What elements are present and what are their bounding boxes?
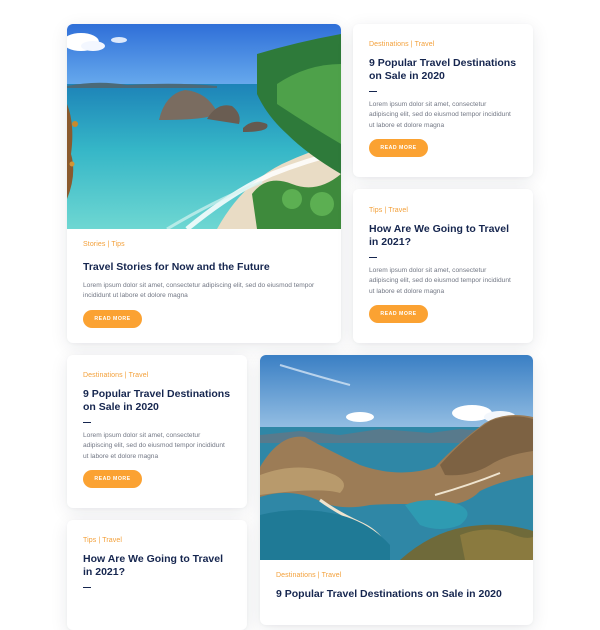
title-divider bbox=[83, 422, 91, 423]
post-title[interactable]: How Are We Going to Travel in 2021? bbox=[83, 553, 231, 579]
title-divider bbox=[83, 587, 91, 588]
post-category[interactable]: Destinations | Travel bbox=[276, 572, 517, 579]
read-more-button[interactable]: READ MORE bbox=[369, 139, 428, 158]
post-card-tips: Tips | Travel How Are We Going to Travel… bbox=[353, 189, 533, 343]
read-more-button[interactable]: READ MORE bbox=[369, 305, 428, 324]
post-card-destinations: Destinations | Travel 9 Popular Travel D… bbox=[353, 24, 533, 177]
title-divider bbox=[369, 257, 377, 258]
beach-image[interactable] bbox=[67, 24, 341, 229]
post-card-destinations-left: Destinations | Travel 9 Popular Travel D… bbox=[67, 355, 247, 508]
post-category[interactable]: Destinations | Travel bbox=[369, 41, 517, 48]
read-more-button[interactable]: READ MORE bbox=[83, 309, 142, 328]
post-category[interactable]: Tips | Travel bbox=[369, 207, 517, 214]
post-excerpt: Lorem ipsum dolor sit amet, consectetur … bbox=[83, 282, 315, 300]
title-divider bbox=[369, 91, 377, 92]
post-excerpt: Lorem ipsum dolor sit amet, consectetur … bbox=[369, 267, 511, 295]
mountain-island-image[interactable] bbox=[260, 355, 533, 560]
post-card-tips-left: Tips | Travel How Are We Going to Travel… bbox=[67, 520, 247, 630]
post-excerpt: Lorem ipsum dolor sit amet, consectetur … bbox=[369, 101, 511, 129]
post-title[interactable]: 9 Popular Travel Destinations on Sale in… bbox=[369, 57, 517, 83]
post-category[interactable]: Destinations | Travel bbox=[83, 372, 231, 379]
read-more-button[interactable]: READ MORE bbox=[83, 470, 142, 489]
featured-post-card-mountain[interactable]: Destinations | Travel 9 Popular Travel D… bbox=[260, 355, 533, 625]
post-title[interactable]: 9 Popular Travel Destinations on Sale in… bbox=[83, 388, 231, 414]
post-title[interactable]: 9 Popular Travel Destinations on Sale in… bbox=[276, 588, 517, 601]
post-title[interactable]: How Are We Going to Travel in 2021? bbox=[369, 223, 517, 249]
post-category[interactable]: Stories | Tips bbox=[83, 241, 325, 248]
post-excerpt: Lorem ipsum dolor sit amet, consectetur … bbox=[83, 432, 225, 460]
post-category[interactable]: Tips | Travel bbox=[83, 537, 231, 544]
featured-post-card-beach[interactable]: Stories | Tips Travel Stories for Now an… bbox=[67, 24, 341, 343]
post-title[interactable]: Travel Stories for Now and the Future bbox=[83, 261, 325, 274]
